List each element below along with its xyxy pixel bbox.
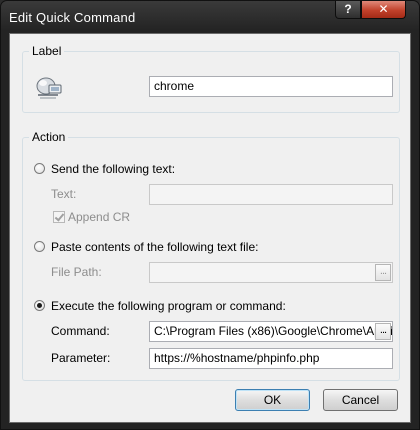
execute-radio[interactable]	[34, 300, 45, 311]
label-groupbox: Label chrome	[22, 44, 400, 113]
cancel-button[interactable]: Cancel	[323, 389, 398, 411]
command-input[interactable]: C:\Program Files (x86)\Google\Chrome\App…	[149, 321, 393, 342]
title-bar[interactable]: Edit Quick Command ? ✕	[1, 1, 419, 33]
send-text-input[interactable]	[149, 184, 393, 205]
file-path-input[interactable]	[149, 262, 393, 283]
window-title: Edit Quick Command	[9, 10, 136, 25]
command-browse-button[interactable]: ...	[375, 323, 391, 340]
command-label: Command:	[51, 324, 110, 338]
execute-radio-label: Execute the following program or command…	[51, 299, 286, 313]
action-group-title: Action	[29, 130, 69, 144]
checkmark-icon	[54, 211, 65, 222]
label-input[interactable]: chrome	[149, 76, 393, 97]
dialog-window: Edit Quick Command ? ✕ Label chrome Acti…	[0, 0, 420, 430]
dialog-client-area: Label chrome Action Send the following t…	[9, 33, 411, 423]
append-cr-checkbox[interactable]	[53, 211, 65, 223]
parameter-label: Parameter:	[51, 351, 111, 365]
close-button[interactable]: ✕	[361, 1, 406, 19]
send-text-radio[interactable]	[34, 163, 45, 174]
file-path-label: File Path:	[51, 265, 102, 279]
network-computer-icon	[36, 77, 62, 99]
paste-file-radio-label: Paste contents of the following text fil…	[51, 240, 259, 254]
text-field-label: Text:	[51, 187, 77, 201]
paste-file-radio[interactable]	[34, 241, 45, 252]
parameter-input[interactable]: https://%hostname/phpinfo.php	[149, 348, 393, 369]
ok-button[interactable]: OK	[235, 389, 310, 411]
send-text-radio-label: Send the following text:	[51, 162, 176, 176]
help-button[interactable]: ?	[335, 1, 361, 19]
label-group-title: Label	[29, 44, 65, 58]
file-path-browse-button[interactable]: ...	[375, 264, 391, 281]
action-groupbox: Action Send the following text: Text: Ap…	[22, 130, 400, 381]
append-cr-label: Append CR	[68, 210, 131, 224]
